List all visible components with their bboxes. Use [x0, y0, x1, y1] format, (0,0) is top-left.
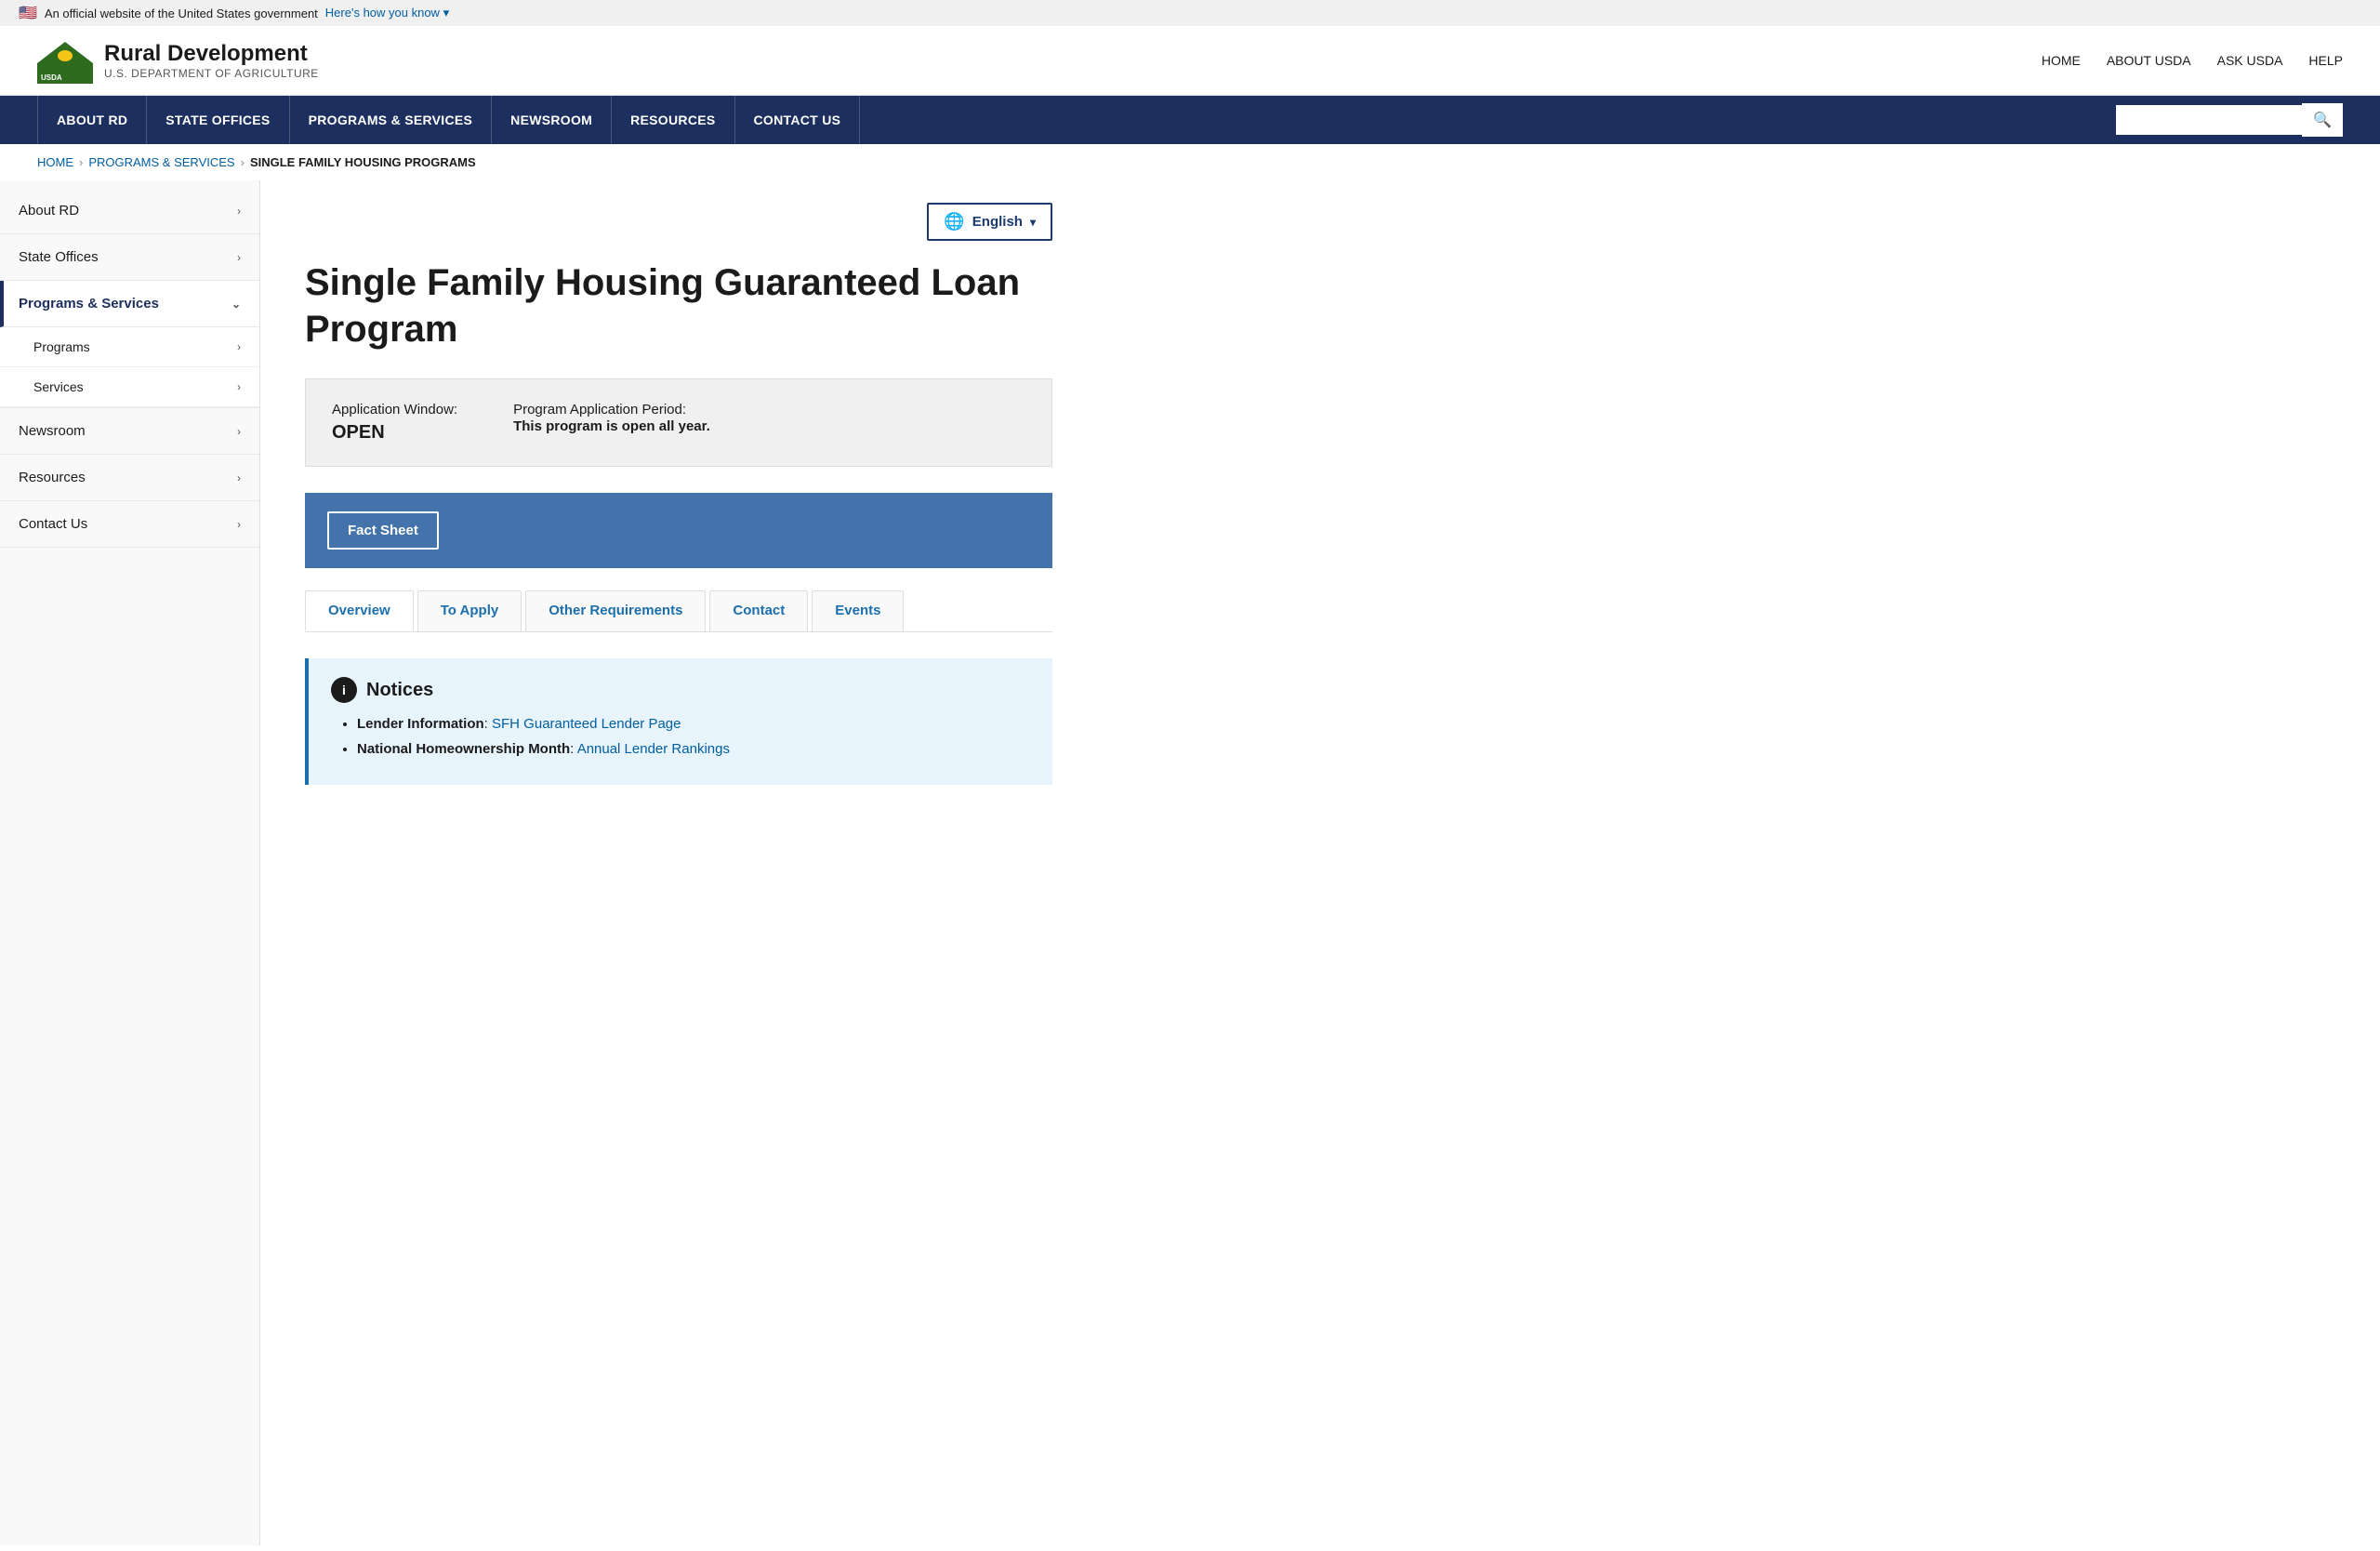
notices-box: i Notices Lender Information: SFH Guaran… [305, 658, 1052, 785]
sidebar-item-programs-services-label: Programs & Services [19, 296, 159, 312]
main-nav-newsroom[interactable]: NEWSROOM [492, 96, 612, 144]
notice-item-homeownership: National Homeownership Month: Annual Len… [357, 741, 1030, 757]
logo-text: Rural Development U.S. DEPARTMENT OF AGR… [104, 41, 319, 80]
top-nav: HOME ABOUT USDA ASK USDA HELP [2042, 53, 2343, 68]
app-period-desc: This program is open all year. [513, 418, 710, 434]
notices-header: i Notices [331, 677, 1030, 703]
sidebar-item-about-rd[interactable]: About RD › [0, 188, 259, 234]
language-label: English [972, 214, 1023, 230]
top-nav-home[interactable]: HOME [2042, 53, 2081, 68]
main-nav-state-offices[interactable]: STATE OFFICES [147, 96, 289, 144]
notice-homeownership-label: National Homeownership Month [357, 741, 570, 757]
notices-heading: Notices [366, 680, 433, 701]
main-content: 🌐 English ▾ Single Family Housing Guaran… [260, 180, 1097, 1545]
chevron-right-icon: › [237, 205, 241, 218]
tab-contact[interactable]: Contact [709, 590, 808, 631]
sidebar-item-contact-us-label: Contact Us [19, 516, 87, 532]
fact-sheet-button[interactable]: Fact Sheet [327, 511, 439, 550]
sidebar-item-contact-us[interactable]: Contact Us › [0, 501, 259, 548]
gov-banner-text: An official website of the United States… [45, 7, 318, 20]
main-nav-about-rd[interactable]: ABOUT RD [37, 96, 147, 144]
language-button[interactable]: 🌐 English ▾ [927, 203, 1052, 241]
chevron-right-icon: › [237, 471, 241, 484]
sidebar-item-state-offices-label: State Offices [19, 249, 99, 265]
notice-lender-label: Lender Information [357, 716, 484, 732]
chevron-right-icon: › [237, 518, 241, 531]
sidebar-item-newsroom[interactable]: Newsroom › [0, 408, 259, 455]
chevron-right-icon: › [237, 380, 241, 393]
main-nav: ABOUT RD STATE OFFICES PROGRAMS & SERVIC… [0, 96, 2380, 144]
main-nav-contact-us[interactable]: CONTACT US [735, 96, 861, 144]
sidebar-sub-programs-services: Programs › Services › [0, 327, 259, 408]
notice-homeownership-link[interactable]: Annual Lender Rankings [577, 741, 730, 757]
notice-item-lender: Lender Information: SFH Guaranteed Lende… [357, 716, 1030, 732]
logo-area: USDA Rural Development U.S. DEPARTMENT O… [37, 37, 319, 84]
sidebar-item-resources-label: Resources [19, 470, 86, 485]
notice-lender-link[interactable]: SFH Guaranteed Lender Page [492, 716, 681, 732]
sidebar-item-resources[interactable]: Resources › [0, 455, 259, 501]
tab-events[interactable]: Events [812, 590, 904, 631]
chevron-right-icon: › [237, 340, 241, 353]
breadcrumb-sep-1: › [79, 155, 83, 169]
search-icon: 🔍 [2313, 113, 2332, 128]
how-you-know-text: Here's how you know [325, 6, 440, 20]
tab-other-requirements[interactable]: Other Requirements [525, 590, 706, 631]
gov-banner: 🇺🇸 An official website of the United Sta… [0, 0, 2380, 26]
language-caret-icon: ▾ [1030, 216, 1036, 229]
app-period-label: Program Application Period: [513, 402, 686, 418]
app-window-status: OPEN [332, 422, 457, 444]
search-input[interactable] [2116, 105, 2302, 135]
org-title: Rural Development [104, 41, 319, 67]
app-window-label: Application Window: [332, 402, 457, 418]
fact-sheet-bar: Fact Sheet [305, 493, 1052, 568]
main-nav-resources[interactable]: RESOURCES [612, 96, 734, 144]
breadcrumb-home[interactable]: HOME [37, 155, 73, 169]
breadcrumb-programs-services[interactable]: PROGRAMS & SERVICES [88, 155, 234, 169]
tab-to-apply[interactable]: To Apply [417, 590, 522, 631]
search-button[interactable]: 🔍 [2302, 103, 2343, 137]
sidebar-item-programs-services[interactable]: Programs & Services ⌄ [0, 281, 259, 327]
sidebar-sub-item-programs[interactable]: Programs › [0, 327, 259, 367]
how-you-know-caret: ▾ [443, 6, 450, 20]
app-window-box: Application Window: OPEN Program Applica… [305, 378, 1052, 467]
sidebar-sub-item-services[interactable]: Services › [0, 367, 259, 407]
sidebar-sub-services-label: Services [33, 379, 84, 394]
language-selector: 🌐 English ▾ [305, 203, 1052, 241]
tab-nav: Overview To Apply Other Requirements Con… [305, 590, 1052, 632]
us-flag-icon: 🇺🇸 [19, 4, 37, 22]
app-period-desc-text: This program is open all year. [513, 418, 710, 434]
top-nav-help[interactable]: HELP [2308, 53, 2343, 68]
top-nav-ask-usda[interactable]: ASK USDA [2217, 53, 2283, 68]
page-title: Single Family Housing Guaranteed Loan Pr… [305, 259, 1052, 352]
sidebar-item-newsroom-label: Newsroom [19, 423, 86, 439]
search-area: 🔍 [2116, 103, 2343, 137]
globe-icon: 🌐 [944, 212, 964, 232]
breadcrumb-current: SINGLE FAMILY HOUSING PROGRAMS [250, 155, 476, 169]
main-nav-programs-services[interactable]: PROGRAMS & SERVICES [290, 96, 493, 144]
usda-logo: USDA [37, 37, 93, 84]
sidebar-item-state-offices[interactable]: State Offices › [0, 234, 259, 281]
app-window-status-section: Application Window: OPEN [332, 402, 457, 444]
chevron-right-icon: › [237, 251, 241, 264]
info-icon: i [331, 677, 357, 703]
sidebar-sub-programs-label: Programs [33, 339, 90, 354]
sidebar: About RD › State Offices › Programs & Se… [0, 180, 260, 1545]
how-you-know-link[interactable]: Here's how you know ▾ [325, 6, 449, 20]
sidebar-item-about-rd-label: About RD [19, 203, 79, 219]
breadcrumb: HOME › PROGRAMS & SERVICES › SINGLE FAMI… [0, 144, 2380, 180]
svg-text:USDA: USDA [41, 73, 62, 82]
app-window-period-section: Program Application Period: This program… [513, 402, 710, 434]
top-nav-about-usda[interactable]: ABOUT USDA [2107, 53, 2191, 68]
notices-list: Lender Information: SFH Guaranteed Lende… [331, 716, 1030, 757]
site-header: USDA Rural Development U.S. DEPARTMENT O… [0, 26, 2380, 96]
tab-overview[interactable]: Overview [305, 590, 414, 631]
chevron-right-icon: › [237, 425, 241, 438]
org-subtitle: U.S. DEPARTMENT OF AGRICULTURE [104, 67, 319, 80]
chevron-down-icon: ⌄ [231, 298, 241, 311]
breadcrumb-sep-2: › [241, 155, 245, 169]
page-layout: About RD › State Offices › Programs & Se… [0, 180, 2380, 1545]
